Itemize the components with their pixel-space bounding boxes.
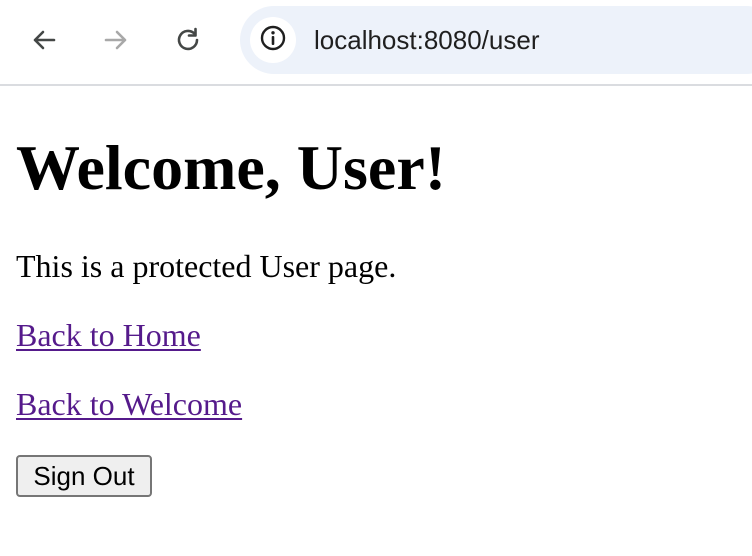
info-icon: [259, 24, 287, 57]
forward-button[interactable]: [96, 20, 136, 60]
reload-icon: [174, 26, 202, 54]
home-link-paragraph: Back to Home: [16, 315, 201, 355]
intro-text: This is a protected User page.: [16, 248, 397, 284]
browser-toolbar: localhost:8080/user: [0, 0, 752, 86]
url-text[interactable]: localhost:8080/user: [314, 6, 539, 74]
site-info-button[interactable]: [250, 17, 296, 63]
address-bar[interactable]: localhost:8080/user: [240, 6, 752, 74]
arrow-right-icon: [102, 26, 130, 54]
arrow-left-icon: [30, 26, 58, 54]
page-title: Welcome, User!: [16, 132, 447, 203]
back-to-welcome-link[interactable]: Back to Welcome: [16, 386, 242, 422]
reload-button[interactable]: [168, 20, 208, 60]
sign-out-button[interactable]: Sign Out: [16, 455, 152, 497]
welcome-link-paragraph: Back to Welcome: [16, 384, 242, 424]
back-to-home-link[interactable]: Back to Home: [16, 317, 201, 353]
back-button[interactable]: [24, 20, 64, 60]
